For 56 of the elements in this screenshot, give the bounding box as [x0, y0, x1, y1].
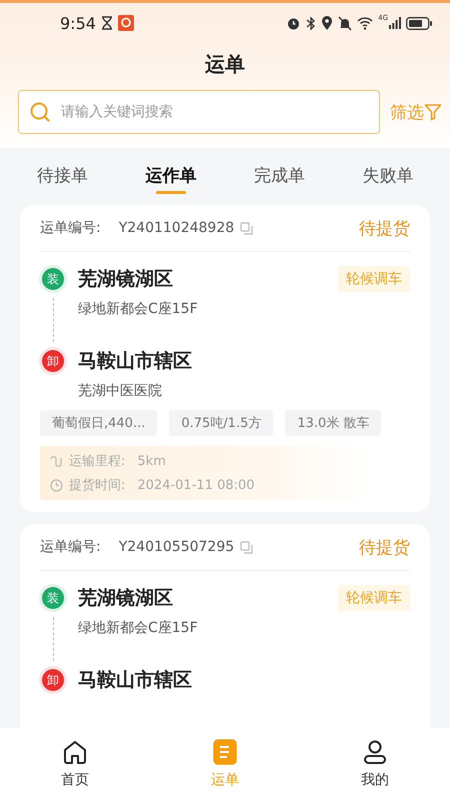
unload-badge: 卸	[42, 350, 64, 372]
city-name: 马鞍山市辖区	[78, 349, 192, 374]
cargo-tag: 葡萄假日,440...	[40, 410, 158, 436]
nav-item[interactable]: 首页	[30, 738, 120, 790]
battery-icon	[406, 16, 432, 30]
tab-underline	[156, 191, 186, 194]
unload-badge: 卸	[42, 669, 64, 691]
app-icon	[118, 15, 134, 31]
queue-tag: 轮候调车	[338, 266, 410, 292]
location-icon	[321, 16, 334, 30]
order-status: 待提货	[359, 218, 410, 240]
clock-icon	[50, 478, 63, 492]
load-badge: 装	[42, 268, 64, 290]
copy-icon[interactable]	[240, 540, 254, 554]
city-name: 芜湖镜湖区	[78, 267, 173, 292]
tab[interactable]: 失败单	[358, 160, 418, 197]
info-label: 提货时间:	[69, 477, 126, 494]
info-value: 5km	[137, 454, 166, 468]
status-time: 9:54	[60, 14, 96, 32]
copy-icon[interactable]	[240, 222, 254, 234]
route-icon	[50, 454, 63, 468]
order-card[interactable]: 运单编号: Y240110248928 待提货 装 芜湖镜湖区 轮候调车 绿地新都会C座15F 卸 马鞍山市辖区 芜湖中医医院 葡萄假日,440... 0.75吨/1.5方 13.0米 散车 运输里程: 5km 提货时间: 2024-01-11 08:00	[20, 205, 430, 512]
tab[interactable]: 待接单	[32, 160, 92, 197]
order-number: Y240110248928	[118, 220, 234, 236]
hourglass-icon	[100, 16, 113, 30]
wifi-icon	[357, 16, 374, 30]
tab[interactable]: 完成单	[250, 160, 309, 197]
filter-icon	[424, 103, 442, 121]
bluetooth-icon	[306, 16, 316, 30]
info-value: 2024-01-11 08:00	[137, 478, 255, 492]
order-number-label: 运单编号:	[40, 538, 101, 556]
mute-bell-icon	[338, 16, 352, 30]
list-icon	[212, 739, 238, 765]
nav-item[interactable]: 我的	[330, 738, 420, 790]
page-title: 运单	[204, 51, 246, 78]
order-status: 待提货	[359, 536, 410, 558]
info-label: 运输里程:	[69, 453, 126, 470]
address: 芜湖中医医院	[78, 382, 163, 400]
order-number: Y240105507295	[118, 539, 234, 555]
alarm-icon	[286, 16, 302, 30]
order-card[interactable]: 运单编号: Y240105507295 待提货 装 芜湖镜湖区 轮候调车 绿地新都会C座15F 卸 马鞍山市辖区	[20, 524, 430, 728]
load-badge: 装	[42, 587, 64, 609]
home-icon	[62, 739, 88, 765]
person-icon	[362, 739, 388, 765]
search-icon	[29, 101, 51, 123]
tab[interactable]: 运作单	[141, 160, 200, 197]
search-field[interactable]: 请输入关键词搜索	[18, 90, 380, 134]
cargo-tag: 0.75吨/1.5方	[169, 410, 274, 436]
queue-tag: 轮候调车	[338, 585, 410, 611]
cargo-tag: 13.0米 散车	[285, 410, 382, 436]
address: 绿地新都会C座15F	[78, 619, 199, 637]
address: 绿地新都会C座15F	[78, 300, 199, 318]
city-name: 芜湖镜湖区	[78, 586, 173, 611]
city-name: 马鞍山市辖区	[78, 668, 192, 693]
order-number-label: 运单编号:	[40, 219, 101, 237]
signal-icon	[389, 17, 401, 29]
